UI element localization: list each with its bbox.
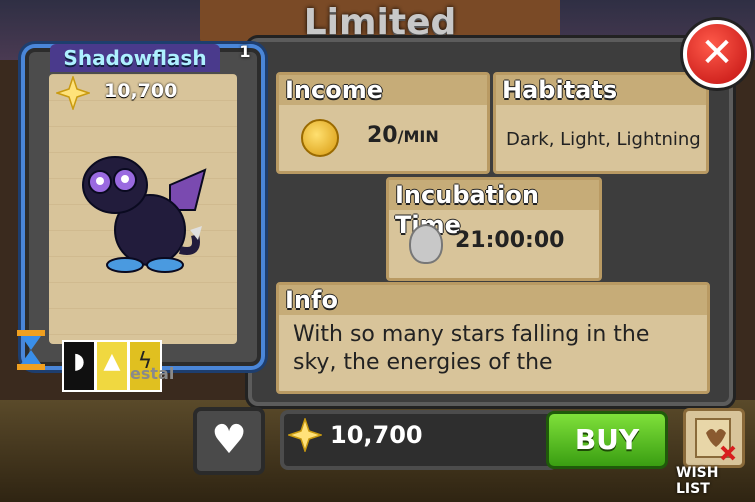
- light-element-icon: ▲: [103, 349, 121, 374]
- dragon-name: Shadowflash: [50, 44, 220, 72]
- buy-button[interactable]: BUY: [546, 411, 668, 469]
- income-heading: Income: [279, 75, 487, 105]
- dragon-illustration: [82, 156, 207, 273]
- coin-icon: [301, 119, 339, 157]
- element-flag-light: ▲: [95, 340, 129, 392]
- purchase-price: 10,700: [330, 421, 423, 449]
- star-icon: [56, 76, 90, 110]
- wishlist-label: WISH LIST: [676, 465, 719, 497]
- element-flag-dark: ◗: [62, 340, 96, 392]
- card-price: 10,700: [104, 80, 178, 102]
- faded-background-label: estal: [130, 364, 175, 383]
- income-unit: /MIN: [397, 127, 439, 146]
- close-button[interactable]: ✕: [683, 20, 751, 88]
- income-box: Income 20/MIN: [276, 72, 490, 174]
- incubation-heading: Incubation Time: [389, 180, 599, 239]
- info-box[interactable]: Info With so many stars falling in the s…: [276, 282, 710, 394]
- scroll-icon: [695, 418, 736, 461]
- star-icon: [288, 418, 322, 452]
- incubation-value: 21:00:00: [455, 228, 565, 253]
- heart-icon: ♥: [211, 417, 247, 463]
- info-heading: Info: [279, 285, 707, 315]
- egg-hourglass-icon: [409, 224, 443, 264]
- income-value: 20/MIN: [367, 123, 439, 148]
- habitats-heading: Habitats: [496, 75, 706, 105]
- dark-element-icon: ◗: [73, 349, 85, 374]
- incubation-box: Incubation Time 21:00:00: [386, 177, 602, 281]
- owned-count: 1: [239, 42, 251, 61]
- hourglass-icon: [17, 330, 45, 370]
- wishlist-button[interactable]: [683, 408, 745, 468]
- habitats-box: Habitats Dark, Light, Lightning: [493, 72, 709, 174]
- favorite-button[interactable]: ♥: [193, 407, 265, 475]
- habitats-value: Dark, Light, Lightning: [506, 129, 701, 150]
- screen-title: Limited: [303, 2, 457, 43]
- info-text: With so many stars falling in the sky, t…: [293, 322, 650, 375]
- income-amount: 20: [367, 123, 398, 148]
